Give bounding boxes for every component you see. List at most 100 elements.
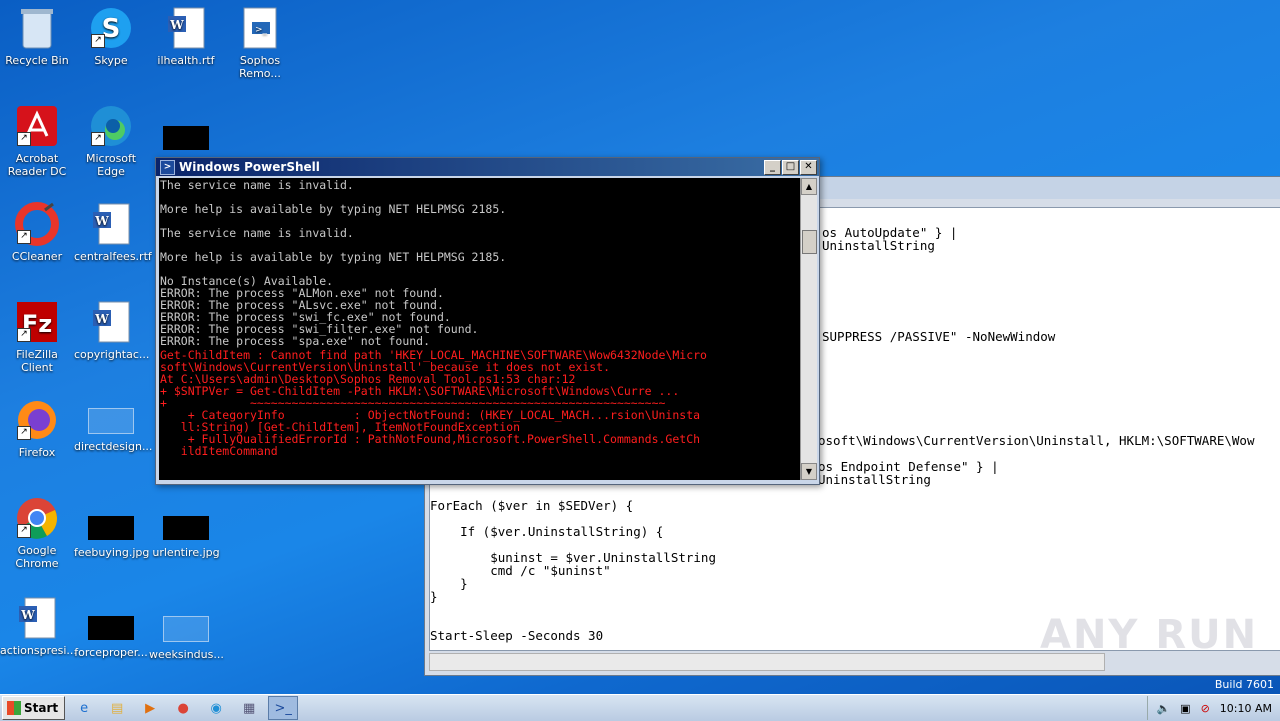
desktop-icon-firefox[interactable]: ↗ Firefox: [0, 398, 74, 459]
desktop-icon-actionspresi[interactable]: W actionspresi...: [0, 596, 77, 657]
chrome-icon[interactable]: ●: [169, 697, 197, 719]
vertical-scrollbar[interactable]: ▲ ▼: [800, 178, 817, 480]
code-fragment-low: osoft\Windows\CurrentVersion\Uninstall, …: [818, 433, 1255, 487]
powershell-titlebar[interactable]: > Windows PowerShell: [156, 158, 819, 176]
svg-text:W: W: [20, 608, 35, 622]
word-doc-icon: W: [89, 300, 133, 344]
shortcut-arrow-icon: ↗: [17, 230, 31, 244]
desktop-icon-label: FileZilla Client: [16, 348, 58, 374]
firefox-icon: ↗: [15, 398, 59, 442]
desktop-icon-label: Skype: [94, 54, 128, 67]
shortcut-arrow-icon: ↗: [17, 328, 31, 342]
clock[interactable]: 10:10 AM: [1220, 702, 1272, 715]
desktop-icon-label: directdesign...: [74, 440, 153, 453]
console-output[interactable]: The service name is invalid. More help i…: [159, 178, 801, 480]
powershell-script-icon: >_: [238, 6, 282, 50]
desktop-icon-label: Firefox: [18, 446, 56, 459]
svg-text:W: W: [94, 214, 109, 228]
desktop-icon-centralfees[interactable]: W centralfees.rtf: [74, 202, 152, 263]
desktop-icon-label: centralfees.rtf: [74, 250, 152, 263]
desktop-icon-label: actionspresi...: [0, 644, 77, 657]
system-tray: 🔈 ▣ ⊘ 10:10 AM: [1147, 696, 1280, 720]
powershell-icon: >: [160, 159, 175, 175]
console-text-error: Get-ChildItem : Cannot find path 'HKEY_L…: [160, 348, 707, 458]
desktop-icon-ilhealth[interactable]: W ilhealth.rtf: [149, 6, 223, 67]
desktop-icon-label: urlentire.jpg: [152, 546, 220, 559]
image-icon: [163, 516, 209, 540]
word-doc-icon: W: [89, 202, 133, 246]
desktop-icon-label: copyrightac...: [74, 348, 150, 361]
desktop-icon-sophos-removal[interactable]: >_ Sophos Remo...: [223, 6, 297, 80]
powershell-icon[interactable]: >_: [268, 696, 299, 720]
media-player-icon[interactable]: ▶: [136, 697, 164, 719]
start-button[interactable]: Start: [2, 696, 66, 720]
shortcut-arrow-icon: ↗: [91, 132, 105, 146]
desktop-icon-feebuying[interactable]: feebuying.jpg: [74, 506, 150, 559]
edge-icon: ↗: [89, 104, 133, 148]
scroll-thumb[interactable]: [802, 230, 817, 254]
desktop-icon-forceproper[interactable]: forceproper...: [74, 606, 148, 659]
minimize-button[interactable]: _: [764, 160, 781, 175]
window-title: Windows PowerShell: [179, 160, 320, 174]
notepad-icon[interactable]: ▦: [235, 697, 263, 719]
redacted-icon: [163, 126, 209, 150]
desktop-icon-label: Google Chrome: [15, 544, 59, 570]
desktop-icon-skype[interactable]: S ↗ Skype: [74, 6, 148, 67]
desktop-icon-recycle-bin[interactable]: Recycle Bin: [0, 6, 74, 67]
acrobat-icon: ↗: [15, 104, 59, 148]
desktop-icon-label: forceproper...: [74, 646, 148, 659]
desktop-icon-label: ilhealth.rtf: [157, 54, 215, 67]
shortcut-arrow-icon: ↗: [17, 132, 31, 146]
desktop-icon-label: Sophos Remo...: [239, 54, 281, 80]
desktop-icon-label: Microsoft Edge: [85, 152, 137, 178]
desktop-icon-filezilla[interactable]: Fz ↗ FileZilla Client: [0, 300, 74, 374]
file-icon: [88, 408, 134, 434]
desktop-icon-label: Recycle Bin: [5, 54, 69, 67]
ccleaner-icon: ↗: [15, 202, 59, 246]
filezilla-icon: Fz ↗: [15, 300, 59, 344]
scroll-up-arrow-icon[interactable]: ▲: [801, 178, 817, 195]
build-label: Build 7601: [1214, 678, 1274, 691]
shortcut-arrow-icon: ↗: [91, 34, 105, 48]
horizontal-scrollbar[interactable]: [429, 653, 1105, 671]
network-icon[interactable]: ▣: [1180, 702, 1190, 715]
desktop-icon-chrome[interactable]: ↗ Google Chrome: [0, 496, 74, 570]
watermark: ANY RUN: [1040, 612, 1259, 658]
desktop-icon-copyrightac[interactable]: W copyrightac...: [74, 300, 150, 361]
desktop-icon-acrobat[interactable]: ↗ Acrobat Reader DC: [0, 104, 74, 178]
shortcut-arrow-icon: ↗: [17, 426, 31, 440]
code-main: ForEach ($ver in $SEDVer) { If ($ver.Uni…: [430, 498, 716, 643]
edge-icon[interactable]: ◉: [202, 697, 230, 719]
explorer-icon[interactable]: ▤: [103, 697, 131, 719]
svg-text:W: W: [94, 312, 109, 326]
code-fragment-mid: SUPPRESS /PASSIVE" -NoNewWindow: [822, 329, 1056, 344]
taskbar: Start e ▤ ▶ ● ◉ ▦ >_ 🔈 ▣ ⊘ 10:10 AM: [0, 694, 1280, 721]
close-button[interactable]: ✕: [800, 160, 817, 175]
word-doc-icon: W: [164, 6, 208, 50]
desktop-icon-label: CCleaner: [11, 250, 63, 263]
svg-text:>_: >_: [255, 25, 268, 35]
desktop-icon-urlentire[interactable]: urlentire.jpg: [149, 506, 223, 559]
desktop-icon-weeksindus[interactable]: weeksindus...: [149, 606, 224, 661]
start-label: Start: [24, 701, 59, 715]
console-text-normal: The service name is invalid. More help i…: [160, 178, 507, 348]
warning-icon[interactable]: ⊘: [1201, 702, 1210, 715]
word-doc-icon: W: [15, 596, 59, 640]
desktop-icon-label: feebuying.jpg: [74, 546, 150, 559]
image-icon: [88, 516, 134, 540]
desktop-icon-ccleaner[interactable]: ↗ CCleaner: [0, 202, 74, 263]
recycle-bin-icon: [15, 6, 59, 50]
image-icon: [88, 616, 134, 640]
desktop-icon-edge[interactable]: ↗ Microsoft Edge: [74, 104, 148, 178]
desktop-icon-directdesign[interactable]: directdesign...: [74, 398, 152, 453]
ie-icon[interactable]: e: [70, 697, 98, 719]
volume-icon[interactable]: 🔈: [1156, 702, 1170, 715]
shortcut-arrow-icon: ↗: [17, 524, 31, 538]
powershell-window[interactable]: > Windows PowerShell _ □ ✕ The service n…: [155, 157, 820, 485]
scroll-down-arrow-icon[interactable]: ▼: [801, 463, 817, 480]
windows-logo-icon: [7, 701, 21, 715]
desktop-icon-label: weeksindus...: [149, 648, 224, 661]
maximize-button[interactable]: □: [782, 160, 799, 175]
svg-text:W: W: [169, 18, 184, 32]
skype-icon: S ↗: [89, 6, 133, 50]
